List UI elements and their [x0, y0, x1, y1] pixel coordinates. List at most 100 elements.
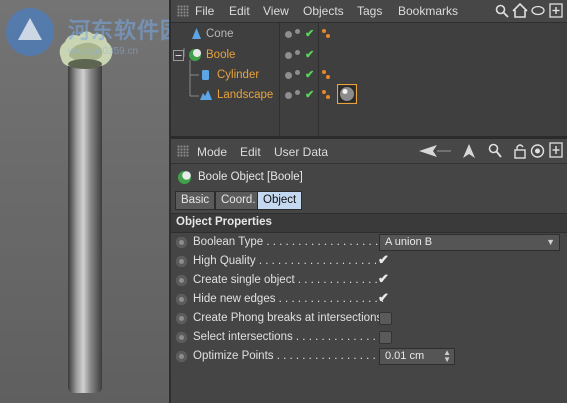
- lock-icon[interactable]: [514, 143, 526, 159]
- material-tag-icon[interactable]: [337, 84, 357, 104]
- enabled-check-icon[interactable]: ✔: [305, 88, 314, 101]
- animate-radio[interactable]: [176, 237, 187, 248]
- menu-view[interactable]: View: [263, 4, 289, 18]
- back-arrow-icon[interactable]: [417, 143, 453, 159]
- collapse-icon[interactable]: [173, 50, 184, 61]
- animate-radio[interactable]: [176, 275, 187, 286]
- search-icon[interactable]: [495, 4, 509, 18]
- property-select-intersections: Select intersections . . . . . . . . . .…: [171, 329, 567, 348]
- eye-icon[interactable]: [531, 5, 545, 16]
- optimize-points-input[interactable]: 0.01 cm ▲ ▼: [379, 348, 455, 365]
- tab-coord[interactable]: Coord.: [215, 191, 262, 210]
- object-name-landscape[interactable]: Landscape: [217, 89, 273, 101]
- home-icon[interactable]: [512, 3, 528, 18]
- render-dot[interactable]: [295, 70, 300, 75]
- boolean-type-dropdown[interactable]: A union B ▼: [379, 234, 560, 251]
- property-hide-new-edges: Hide new edges . . . . . . . . . . . . .…: [171, 290, 567, 310]
- section-header[interactable]: Object Properties: [171, 213, 567, 233]
- section-title: Object Properties: [176, 216, 272, 228]
- new-panel-icon[interactable]: [549, 3, 563, 18]
- object-row-cylinder[interactable]: Cylinder ✔: [171, 66, 567, 86]
- attribute-manager-menubar: Mode Edit User Data: [171, 139, 567, 164]
- landscape-object-icon: [200, 90, 212, 100]
- object-name-cone[interactable]: Cone: [206, 28, 234, 40]
- visibility-dot[interactable]: [285, 31, 292, 38]
- search-icon[interactable]: [488, 143, 502, 159]
- phong-tag-icon[interactable]: [326, 95, 330, 99]
- watermark-logo-icon: [6, 8, 54, 56]
- boole-object-icon: [178, 171, 191, 184]
- phong-tag-icon[interactable]: [322, 29, 326, 33]
- checkbox-checked[interactable]: ✔: [378, 271, 389, 287]
- chevron-down-icon: ▼: [546, 237, 555, 247]
- object-name-boole[interactable]: Boole: [206, 49, 235, 61]
- cone-object-icon: [192, 28, 201, 39]
- input-value: 0.01 cm: [385, 350, 425, 362]
- object-row-cone[interactable]: Cone ✔: [171, 25, 567, 45]
- attribute-manager: Mode Edit User Data Boole Object [Boole]…: [171, 139, 567, 403]
- property-label: Create Phong breaks at intersections: [193, 312, 383, 324]
- property-label: Hide new edges . . . . . . . . . . . . .…: [193, 293, 385, 305]
- object-title: Boole Object [Boole]: [198, 171, 303, 183]
- menu-file[interactable]: File: [195, 4, 214, 18]
- property-high-quality: High Quality . . . . . . . . . . . . . .…: [171, 252, 567, 272]
- property-create-single-object: Create single object . . . . . . . . . .…: [171, 271, 567, 291]
- object-name-cylinder[interactable]: Cylinder: [217, 69, 259, 81]
- animate-radio[interactable]: [176, 256, 187, 267]
- checkbox-checked[interactable]: ✔: [378, 290, 389, 306]
- enabled-check-icon[interactable]: ✔: [305, 27, 314, 40]
- render-dot[interactable]: [295, 50, 300, 55]
- menu-bookmarks[interactable]: Bookmarks: [398, 4, 458, 18]
- property-optimize-points: Optimize Points . . . . . . . . . . . . …: [171, 348, 567, 367]
- phong-tag-icon[interactable]: [326, 75, 330, 79]
- animate-radio[interactable]: [176, 294, 187, 305]
- visibility-dot[interactable]: [285, 72, 292, 79]
- menu-edit[interactable]: Edit: [240, 145, 261, 159]
- menu-edit[interactable]: Edit: [229, 4, 250, 18]
- pointer-arrow-icon[interactable]: [462, 143, 476, 159]
- object-manager-menubar: File Edit View Objects Tags Bookmarks: [171, 0, 567, 23]
- property-label: Optimize Points . . . . . . . . . . . . …: [193, 350, 383, 362]
- property-phong-breaks: Create Phong breaks at intersections: [171, 310, 567, 329]
- phong-tag-icon[interactable]: [322, 70, 326, 74]
- animate-radio[interactable]: [176, 332, 187, 343]
- cylinder-model: [68, 55, 102, 393]
- stepper-icon[interactable]: ▲ ▼: [443, 349, 451, 364]
- animate-radio[interactable]: [176, 351, 187, 362]
- enabled-check-icon[interactable]: ✔: [305, 48, 314, 61]
- grip-icon[interactable]: [177, 145, 189, 157]
- object-row-boole[interactable]: Boole ✔: [171, 46, 567, 66]
- phong-tag-icon[interactable]: [326, 34, 330, 38]
- checkbox-unchecked[interactable]: [379, 312, 392, 325]
- watermark-text: 河东软件园: [68, 18, 184, 43]
- property-label: Boolean Type . . . . . . . . . . . . . .…: [193, 236, 379, 248]
- object-manager: File Edit View Objects Tags Bookmarks Co…: [171, 0, 567, 136]
- tab-object[interactable]: Object: [257, 191, 303, 210]
- new-panel-icon[interactable]: [549, 142, 563, 158]
- cylinder-object-icon: [202, 70, 209, 80]
- render-dot[interactable]: [295, 90, 300, 95]
- checkbox-checked[interactable]: ✔: [378, 252, 389, 268]
- target-icon[interactable]: [530, 143, 545, 159]
- property-label: Create single object . . . . . . . . . .…: [193, 274, 378, 286]
- viewport[interactable]: 河东软件园 www.pc0359.cn: [0, 0, 182, 403]
- property-label: High Quality . . . . . . . . . . . . . .…: [193, 255, 378, 267]
- menu-tags[interactable]: Tags: [357, 4, 382, 18]
- checkbox-unchecked[interactable]: [379, 331, 392, 344]
- visibility-dot[interactable]: [285, 92, 292, 99]
- render-dot[interactable]: [295, 29, 300, 34]
- menu-user-data[interactable]: User Data: [274, 145, 328, 159]
- property-label: Select intersections . . . . . . . . . .…: [193, 331, 383, 343]
- menu-objects[interactable]: Objects: [303, 4, 344, 18]
- enabled-check-icon[interactable]: ✔: [305, 68, 314, 81]
- menu-mode[interactable]: Mode: [197, 145, 227, 159]
- tab-basic[interactable]: Basic: [175, 191, 216, 210]
- grip-icon[interactable]: [177, 5, 189, 17]
- dropdown-value: A union B: [385, 236, 433, 248]
- object-row-landscape[interactable]: Landscape ✔: [171, 84, 567, 106]
- watermark-url: www.pc0359.cn: [68, 46, 139, 57]
- phong-tag-icon[interactable]: [322, 90, 326, 94]
- visibility-dot[interactable]: [285, 52, 292, 59]
- animate-radio[interactable]: [176, 313, 187, 324]
- property-boolean-type: Boolean Type . . . . . . . . . . . . . .…: [171, 234, 567, 253]
